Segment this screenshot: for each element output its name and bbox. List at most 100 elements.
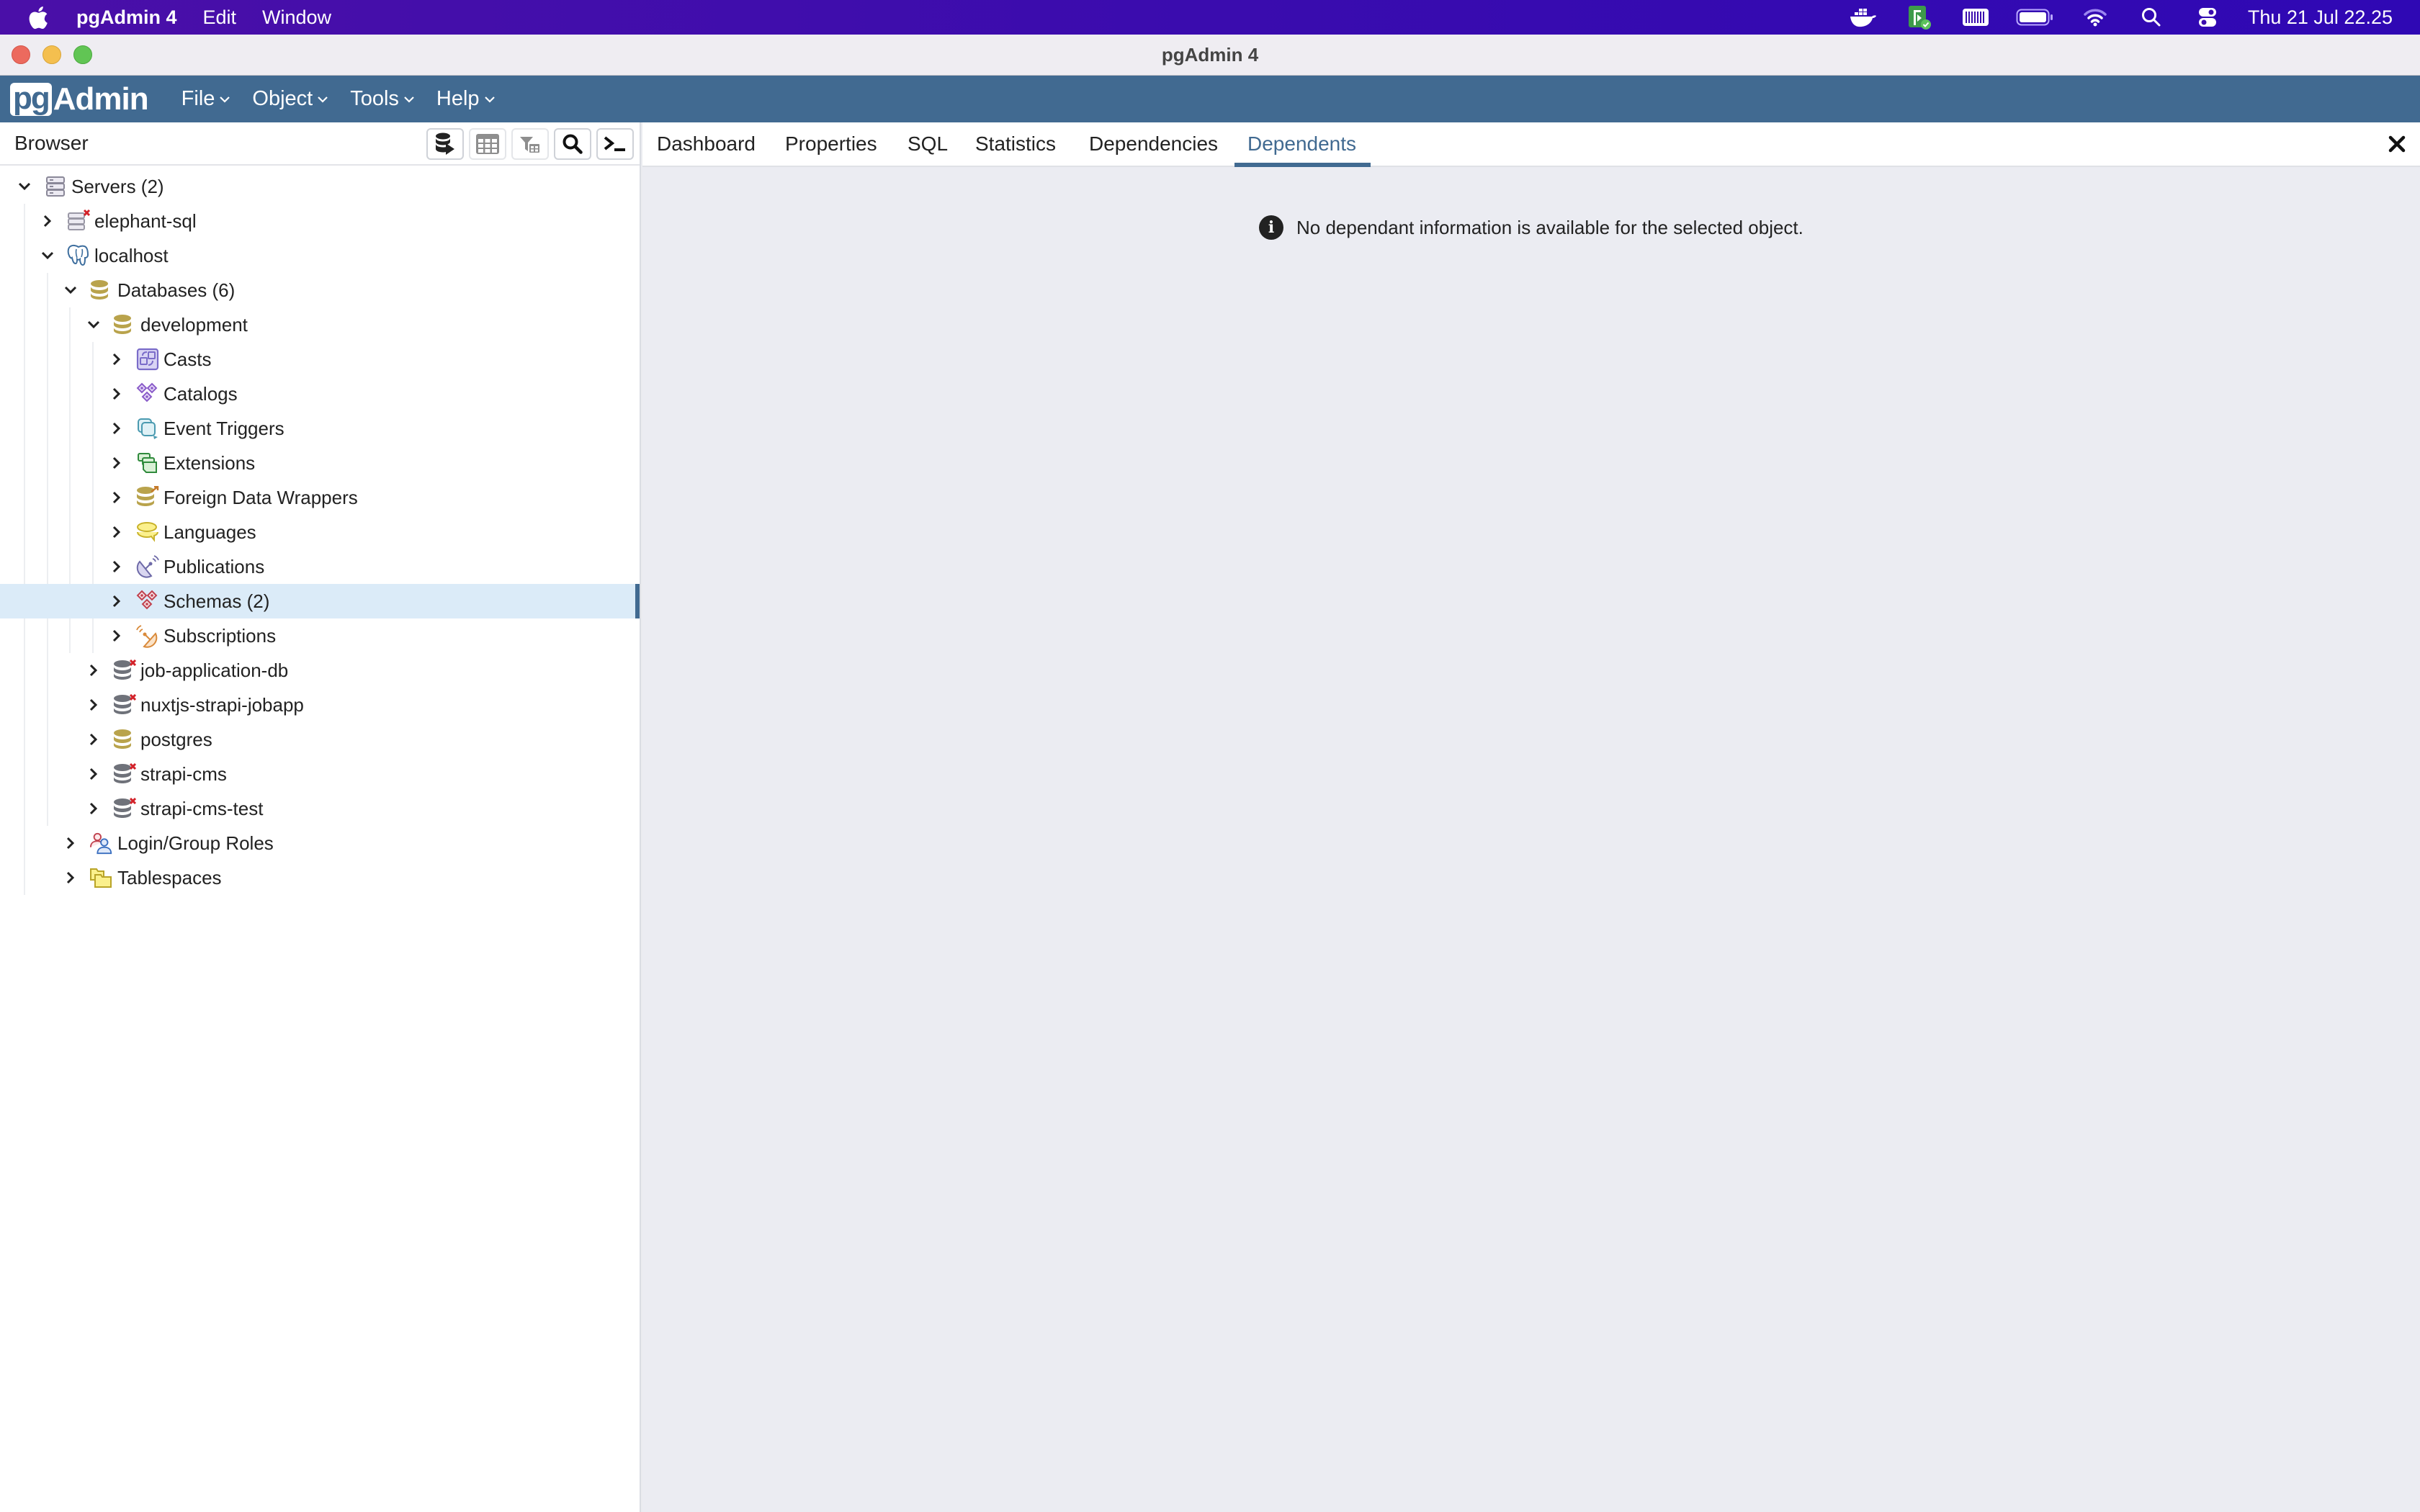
tree-node[interactable]: Event Triggers [0,411,640,446]
chevron-right-icon[interactable] [62,869,79,886]
tab-statistics[interactable]: Statistics [975,122,1056,166]
menu-tools-label: Tools [350,87,399,110]
menu-file[interactable]: File [182,87,231,111]
tree-node[interactable]: Login/Group Roles [0,826,640,860]
tree-node[interactable]: Subscriptions [0,618,640,653]
search-objects-button[interactable] [554,128,591,160]
tree-node[interactable]: strapi-cms-test [0,791,640,826]
menubar-window[interactable]: Window [262,6,331,29]
menu-object[interactable]: Object [252,87,328,111]
tree-node[interactable]: Schemas (2) [0,584,640,618]
table-grid-icon [476,134,499,154]
tree-node-label: strapi-cms [140,762,227,785]
tree-node-label: Languages [163,521,256,543]
chevron-down-icon[interactable] [85,316,102,333]
chevron-down-icon[interactable] [39,247,56,264]
menubar-app-name[interactable]: pgAdmin 4 [76,6,177,29]
tree-node[interactable]: Foreign Data Wrappers [0,480,640,515]
chevron-right-icon[interactable] [108,420,125,437]
apple-logo-icon[interactable] [27,5,49,30]
chevron-right-icon[interactable] [108,454,125,472]
terminal-icon [604,136,625,151]
menubar-clock[interactable]: Thu 21 Jul 22.25 [2248,6,2393,29]
tab-bar: Dashboard Properties SQL Statistics Dependen… [642,122,2420,167]
tree-node[interactable]: Catalogs [0,377,640,411]
barcode-icon[interactable] [1960,5,1991,30]
tree-node[interactable]: strapi-cms [0,757,640,791]
chevron-right-icon[interactable] [108,351,125,368]
tree-node[interactable]: development [0,307,640,342]
menu-help-label: Help [436,87,480,110]
chevron-right-icon[interactable] [85,696,102,714]
tree-node[interactable]: Tablespaces [0,860,640,895]
window-minimize-button[interactable] [42,45,61,64]
chevron-right-icon[interactable] [108,385,125,402]
main-menu: File Object Tools Help [182,87,496,111]
chevron-down-icon[interactable] [62,282,79,299]
docker-icon[interactable] [1847,5,1879,30]
tab-properties[interactable]: Properties [785,122,877,166]
tree-node[interactable]: nuxtjs-strapi-jobapp [0,688,640,722]
tree-node[interactable]: Languages [0,515,640,549]
chevron-right-icon[interactable] [108,627,125,644]
tree-node-label: elephant-sql [94,210,197,232]
tree-node-label: Casts [163,348,212,370]
chevron-right-icon[interactable] [39,212,56,230]
tab-dependents[interactable]: Dependents [1234,122,1371,167]
catalogs-icon [135,382,160,406]
tree-node[interactable]: Casts [0,342,640,377]
chevron-right-icon[interactable] [108,593,125,610]
psql-tool-button[interactable] [596,128,634,160]
view-data-button[interactable] [469,128,506,160]
script-runner-icon[interactable] [1904,5,1935,30]
tree-node-label: Event Triggers [163,417,284,439]
server-disconnected-icon [66,209,91,233]
menu-tools[interactable]: Tools [350,87,415,111]
tree-node[interactable]: elephant-sql [0,204,640,238]
database-disconnected-icon [112,658,137,683]
chevron-right-icon[interactable] [85,765,102,783]
menubar-edit[interactable]: Edit [203,6,237,29]
chevron-right-icon[interactable] [85,731,102,748]
tree-node[interactable]: Databases (6) [0,273,640,307]
empty-state-text: No dependant information is available fo… [1296,216,1803,238]
tree-node[interactable]: Publications [0,549,640,584]
chevron-right-icon[interactable] [108,558,125,575]
database-disconnected-icon [112,796,137,821]
filtered-rows-button[interactable] [511,128,549,160]
databases-icon [89,278,114,302]
pgadmin-logo: pg Admin [10,81,149,117]
tree-node-label: Extensions [163,451,256,474]
tab-dependencies[interactable]: Dependencies [1089,122,1218,166]
tree-node[interactable]: Extensions [0,446,640,480]
tree-node[interactable]: job-application-db [0,653,640,688]
chevron-right-icon[interactable] [62,834,79,852]
chevron-right-icon[interactable] [85,800,102,817]
tab-dashboard[interactable]: Dashboard [657,122,756,166]
browser-panel: Browser Servers (2) elephant-sql localhost… [0,122,641,1512]
tree-node-label: Schemas (2) [163,590,270,612]
info-icon: i [1259,215,1283,240]
window-zoom-button[interactable] [73,45,92,64]
window-title: pgAdmin 4 [1161,43,1259,66]
logo-pg: pg [10,82,52,116]
query-tool-button[interactable] [426,128,464,160]
spotlight-search-icon[interactable] [2136,5,2167,30]
menu-object-label: Object [252,87,313,110]
chevron-down-icon [318,96,328,103]
wifi-icon[interactable] [2079,5,2111,30]
chevron-right-icon[interactable] [108,523,125,541]
menu-help[interactable]: Help [436,87,496,111]
chevron-right-icon[interactable] [85,662,102,679]
chevron-right-icon[interactable] [108,489,125,506]
tree-node-label: localhost [94,244,169,266]
control-center-icon[interactable] [2192,5,2223,30]
tree-node[interactable]: postgres [0,722,640,757]
close-panel-button[interactable] [2385,132,2408,156]
tab-sql[interactable]: SQL [908,122,948,166]
tree-node[interactable]: localhost [0,238,640,273]
tree-node-label: Foreign Data Wrappers [163,486,358,508]
chevron-down-icon[interactable] [16,178,33,195]
window-close-button[interactable] [12,45,30,64]
tree-node[interactable]: Servers (2) [0,169,640,204]
